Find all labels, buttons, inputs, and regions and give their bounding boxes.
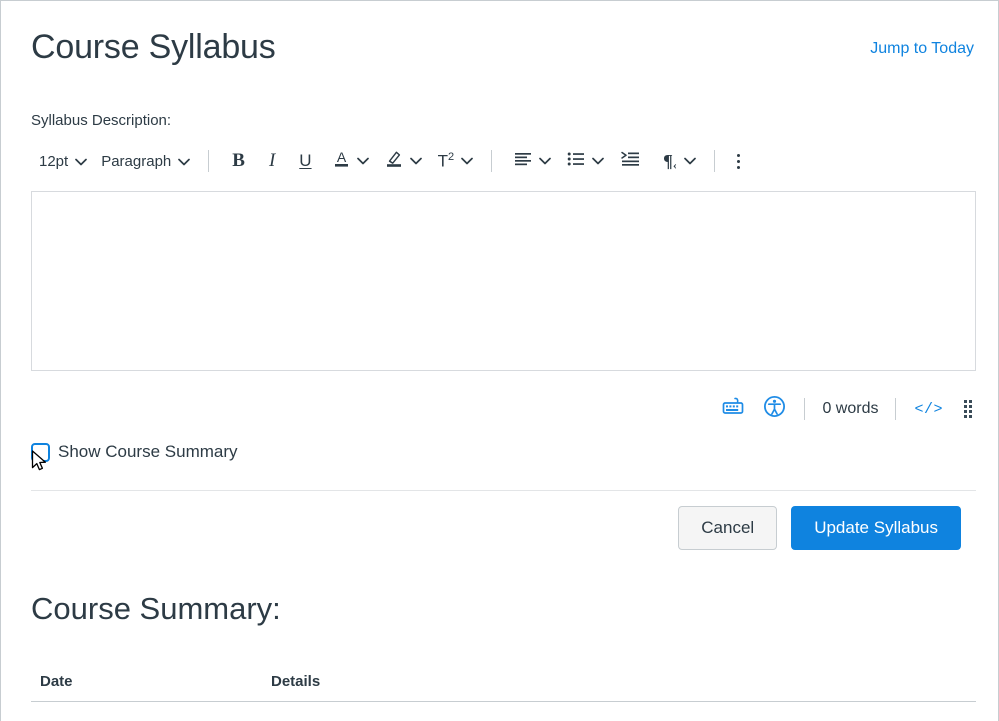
chevron-down-icon [592, 152, 604, 170]
column-header-date: Date [40, 673, 73, 690]
course-summary-table: Date Details [31, 673, 976, 702]
toolbar-divider [713, 150, 715, 172]
syllabus-edit-page: Course Syllabus Jump to Today Syllabus D… [0, 0, 999, 721]
html-editor-button[interactable]: </> [905, 392, 952, 426]
chevron-down-icon [683, 152, 696, 170]
font-size-dropdown[interactable]: 12pt [31, 146, 93, 176]
superscript-icon: T2 [437, 150, 455, 171]
chevron-down-icon [409, 152, 422, 170]
rich-content-editor-toolbar: 12pt Paragraph B I U A T2 ¶‹ [31, 143, 976, 179]
superscript-subscript-dropdown[interactable]: T2 [428, 146, 480, 176]
text-direction-dropdown[interactable]: ¶‹ [651, 146, 702, 176]
bold-icon: B [232, 150, 245, 171]
page-header: Course Syllabus Jump to Today [31, 27, 974, 67]
list-dropdown[interactable] [557, 146, 610, 176]
show-course-summary-checkbox[interactable]: Show Course Summary [31, 441, 238, 463]
toolbar-divider [208, 150, 210, 172]
font-size-value: 12pt [39, 152, 69, 170]
bulleted-list-icon [567, 151, 585, 172]
status-divider [804, 398, 806, 420]
chevron-down-icon [539, 152, 551, 170]
block-format-value: Paragraph [101, 152, 172, 170]
page-title: Course Syllabus [31, 28, 276, 66]
table-header-row: Date Details [31, 673, 976, 702]
underline-button[interactable]: U [288, 146, 322, 176]
more-options-button[interactable] [727, 146, 750, 176]
chevron-down-icon [178, 153, 191, 170]
word-count: 0 words [822, 400, 879, 417]
paragraph-direction-icon: ¶‹ [663, 150, 677, 172]
indent-button[interactable] [610, 146, 651, 176]
chevron-down-icon [356, 152, 369, 170]
text-color-icon: A [333, 149, 350, 173]
checkbox-box[interactable] [31, 442, 50, 462]
accessibility-checker-button[interactable] [754, 392, 795, 426]
toolbar-divider [491, 150, 493, 172]
underline-icon: U [299, 151, 312, 170]
editor-resize-handle[interactable] [952, 392, 976, 426]
block-format-dropdown[interactable]: Paragraph [93, 146, 196, 176]
show-course-summary-label: Show Course Summary [58, 442, 238, 461]
indent-icon [621, 151, 640, 172]
course-summary-title: Course Summary: [31, 591, 281, 626]
more-options-icon [736, 153, 740, 169]
form-divider [31, 490, 976, 491]
italic-button[interactable]: I [256, 146, 288, 176]
highlighter-icon [385, 149, 403, 173]
status-divider [895, 398, 897, 420]
accessibility-icon [763, 395, 786, 423]
keyboard-shortcuts-button[interactable] [712, 392, 754, 426]
highlight-color-dropdown[interactable] [375, 146, 428, 176]
syllabus-description-label: Syllabus Description: [31, 112, 172, 129]
code-icon: </> [914, 400, 943, 418]
chevron-down-icon [75, 153, 88, 170]
svg-text:A: A [336, 149, 346, 165]
align-left-icon [514, 151, 532, 172]
italic-icon: I [268, 150, 276, 171]
update-syllabus-button[interactable]: Update Syllabus [791, 506, 961, 550]
editor-status-bar: 0 words </> [31, 389, 976, 429]
jump-to-today-link[interactable]: Jump to Today [870, 38, 974, 60]
form-actions: Cancel Update Syllabus [678, 506, 961, 550]
syllabus-description-editor[interactable] [31, 191, 976, 371]
keyboard-icon [721, 396, 745, 423]
text-color-dropdown[interactable]: A [323, 146, 375, 176]
cancel-button[interactable]: Cancel [678, 506, 778, 550]
chevron-down-icon [461, 152, 473, 170]
align-dropdown[interactable] [504, 146, 557, 176]
bold-button[interactable]: B [221, 146, 256, 176]
resize-handle-icon [964, 400, 972, 418]
column-header-details: Details [271, 673, 321, 690]
